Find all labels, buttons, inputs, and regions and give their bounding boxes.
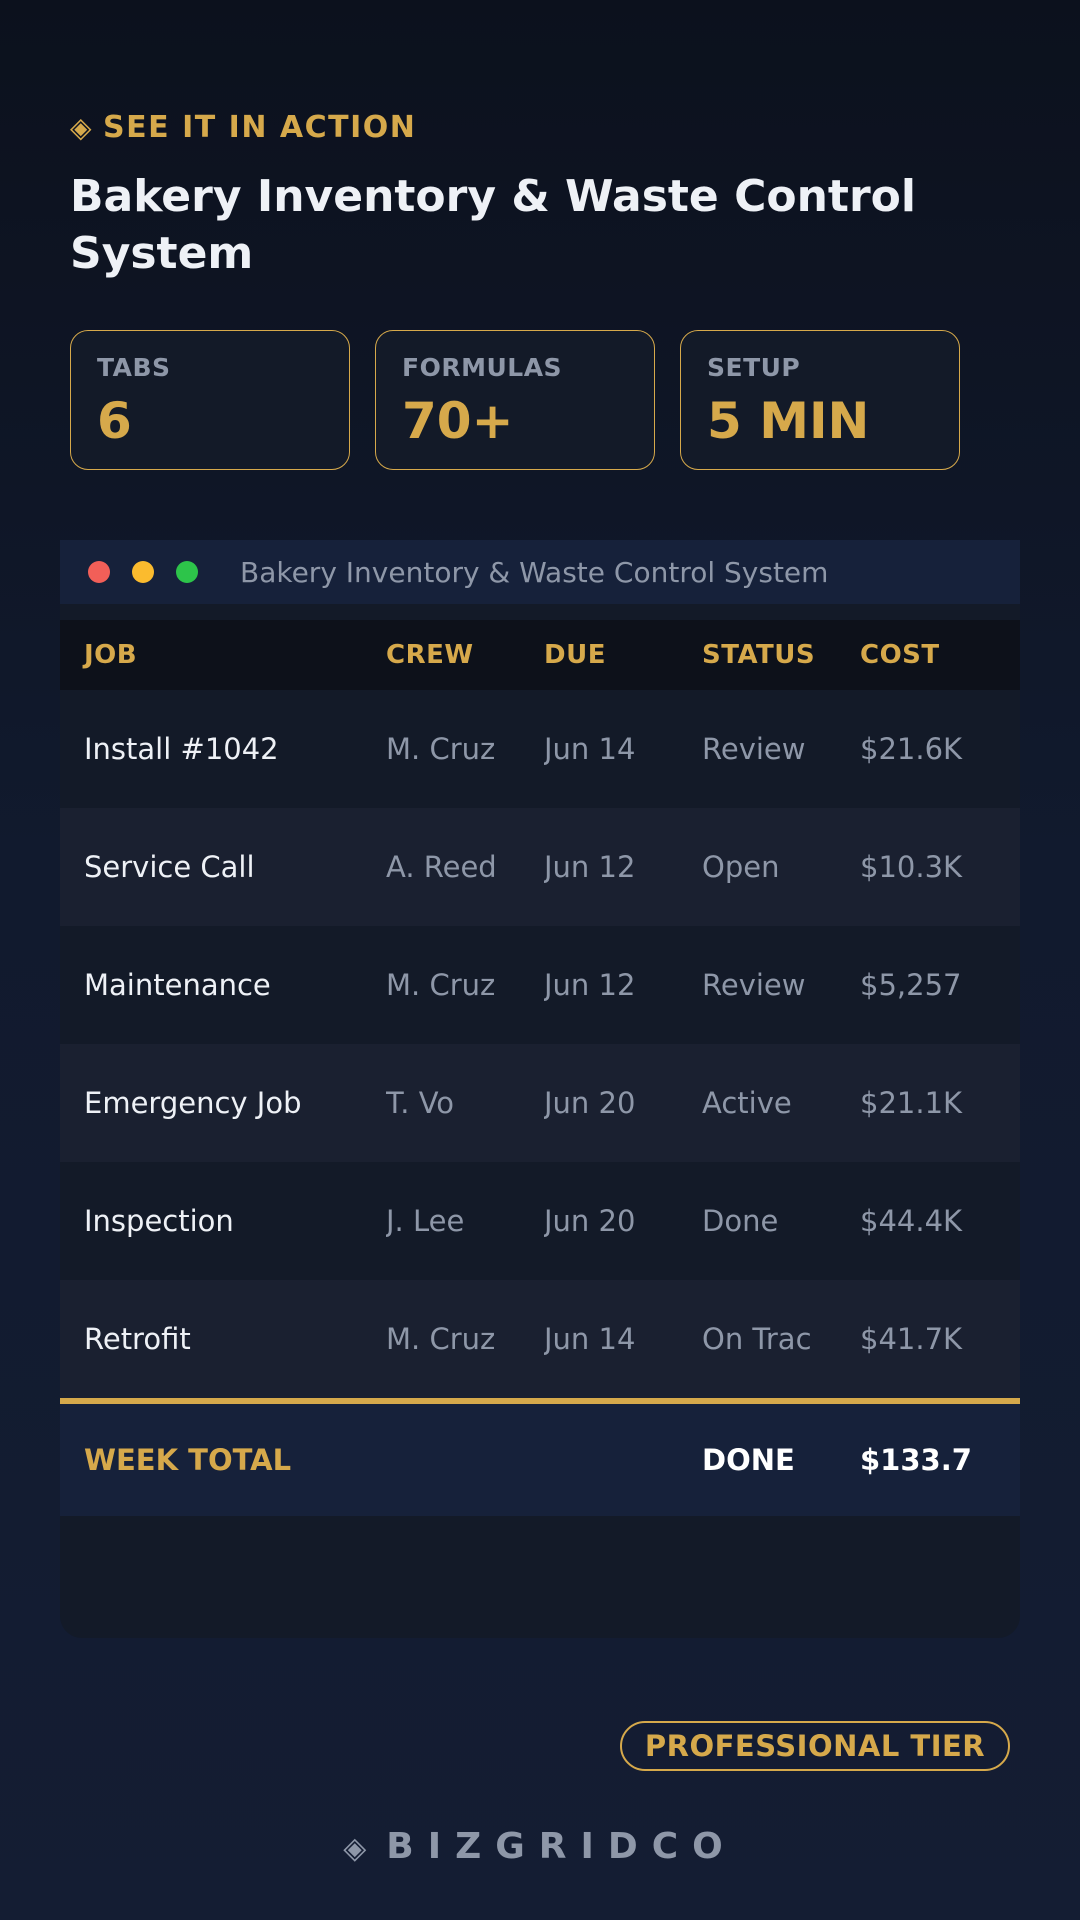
cell-status: Done xyxy=(702,1204,779,1238)
eyebrow: ◈ SEE IT IN ACTION xyxy=(70,110,416,145)
cell-job: Maintenance xyxy=(84,968,271,1002)
column-header-status[interactable]: STATUS xyxy=(702,640,860,670)
column-header-crew[interactable]: CREW xyxy=(386,640,544,670)
total-label: WEEK TOTAL xyxy=(84,1443,292,1477)
cell-due: Jun 12 xyxy=(544,968,636,1002)
cell-status: Review xyxy=(702,732,806,766)
total-cost: $133.7 xyxy=(860,1443,972,1477)
brand-diamond-icon: ◈ xyxy=(343,1831,367,1866)
cell-cost: $5,257 xyxy=(860,968,962,1002)
cell-cost: $10.3K xyxy=(860,850,963,884)
column-header-cost[interactable]: COST xyxy=(860,640,1020,670)
table-row[interactable]: Inspection J. Lee Jun 20 Done $44.4K xyxy=(60,1162,1020,1280)
table-total-row: WEEK TOTAL DONE $133.7 xyxy=(60,1404,1020,1516)
cell-job: Service Call xyxy=(84,850,255,884)
page-title: Bakery Inventory & Waste Control System xyxy=(70,171,916,279)
cell-due: Jun 20 xyxy=(544,1204,636,1238)
column-header-due[interactable]: DUE xyxy=(544,640,702,670)
cell-crew: J. Lee xyxy=(386,1204,465,1238)
table-row[interactable]: Service Call A. Reed Jun 12 Open $10.3K xyxy=(60,808,1020,926)
close-window-button[interactable] xyxy=(88,561,110,583)
stats-row: TABS 6 FORMULAS 70+ SETUP 5 MIN xyxy=(70,330,960,470)
window-titlebar: Bakery Inventory & Waste Control System xyxy=(60,540,1020,604)
cell-job: Retrofit xyxy=(84,1322,191,1356)
minimize-window-button[interactable] xyxy=(132,561,154,583)
window-title: Bakery Inventory & Waste Control System xyxy=(240,555,829,589)
eyebrow-text: SEE IT IN ACTION xyxy=(103,110,417,145)
table-row[interactable]: Install #1042 M. Cruz Jun 14 Review $21.… xyxy=(60,690,1020,808)
cell-status: Open xyxy=(702,850,780,884)
stat-card-setup: SETUP 5 MIN xyxy=(680,330,960,470)
cell-cost: $44.4K xyxy=(860,1204,963,1238)
cell-crew: M. Cruz xyxy=(386,732,496,766)
total-status: DONE xyxy=(702,1443,795,1477)
stat-value: 5 MIN xyxy=(707,392,870,450)
brand-footer: ◈ BIZGRIDCO xyxy=(0,1826,1080,1867)
cell-due: Jun 20 xyxy=(544,1086,636,1120)
cell-cost: $41.7K xyxy=(860,1322,963,1356)
tier-badge: PROFESSIONAL TIER xyxy=(620,1721,1010,1771)
jobs-table: JOB CREW DUE STATUS COST Install #1042 M… xyxy=(60,620,1020,1516)
cell-cost: $21.6K xyxy=(860,732,963,766)
cell-job: Emergency Job xyxy=(84,1086,302,1120)
stat-label: TABS xyxy=(97,353,171,382)
stat-label: FORMULAS xyxy=(402,353,563,382)
stat-value: 70+ xyxy=(402,392,514,450)
table-row[interactable]: Maintenance M. Cruz Jun 12 Review $5,257 xyxy=(60,926,1020,1044)
stat-value: 6 xyxy=(97,392,132,450)
cell-crew: T. Vo xyxy=(386,1086,455,1120)
stat-card-formulas: FORMULAS 70+ xyxy=(375,330,655,470)
table-header-row: JOB CREW DUE STATUS COST xyxy=(60,620,1020,690)
cell-due: Jun 14 xyxy=(544,1322,636,1356)
cell-status: On Trac xyxy=(702,1322,812,1356)
cell-cost: $21.1K xyxy=(860,1086,963,1120)
cell-crew: A. Reed xyxy=(386,850,497,884)
stat-card-tabs: TABS 6 xyxy=(70,330,350,470)
cell-job: Inspection xyxy=(84,1204,234,1238)
table-row[interactable]: Emergency Job T. Vo Jun 20 Active $21.1K xyxy=(60,1044,1020,1162)
cell-job: Install #1042 xyxy=(84,732,279,766)
cell-due: Jun 14 xyxy=(544,732,636,766)
diamond-icon: ◈ xyxy=(70,111,94,144)
cell-status: Review xyxy=(702,968,806,1002)
cell-status: Active xyxy=(702,1086,792,1120)
column-header-job[interactable]: JOB xyxy=(60,640,386,670)
cell-crew: M. Cruz xyxy=(386,968,496,1002)
brand-name: BIZGRIDCO xyxy=(386,1826,737,1867)
cell-due: Jun 12 xyxy=(544,850,636,884)
app-window: Bakery Inventory & Waste Control System … xyxy=(60,540,1020,1638)
cell-crew: M. Cruz xyxy=(386,1322,496,1356)
stat-label: SETUP xyxy=(707,353,801,382)
table-row[interactable]: Retrofit M. Cruz Jun 14 On Trac $41.7K xyxy=(60,1280,1020,1398)
maximize-window-button[interactable] xyxy=(176,561,198,583)
